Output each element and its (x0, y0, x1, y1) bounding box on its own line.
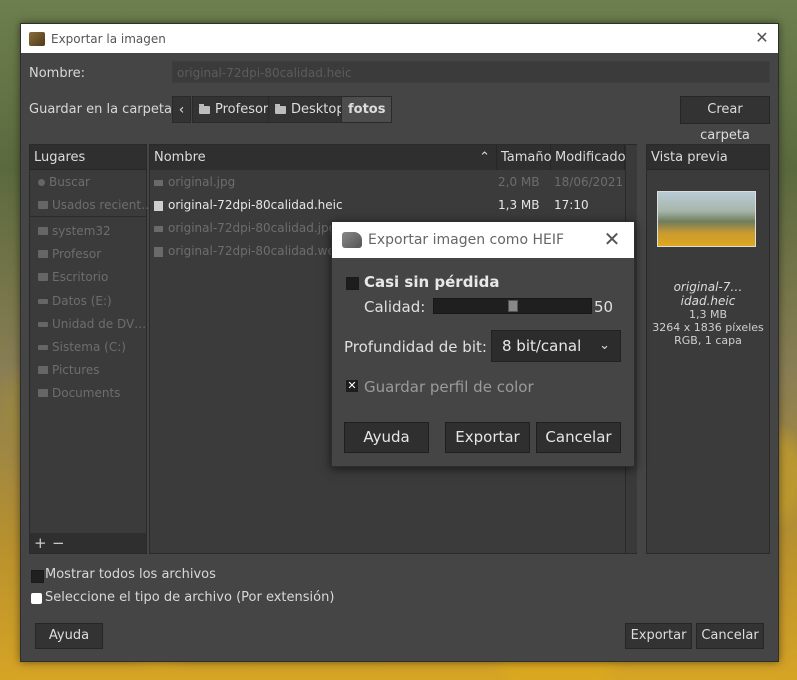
bitdepth-label: Profundidad de bit: (344, 338, 487, 356)
quality-slider-handle[interactable] (508, 300, 518, 312)
heif-export-dialog: Exportar imagen como HEIF ✕ Casi sin pér… (331, 221, 635, 467)
places-toolbar: + − (30, 533, 146, 553)
places-header: Lugares (30, 145, 146, 170)
cancel-button[interactable]: Cancelar (696, 623, 764, 649)
place-search[interactable]: Buscar (38, 175, 90, 189)
folder-icon (38, 227, 48, 235)
heif-cancel-button[interactable]: Cancelar (536, 422, 621, 453)
recent-icon (38, 201, 48, 209)
preview-panel: Vista previa original-7…idad.heic 1,3 MB… (646, 144, 770, 554)
heif-help-button[interactable]: Ayuda (344, 422, 429, 453)
file-type-expander[interactable] (31, 593, 42, 604)
places-divider (30, 216, 146, 217)
file-icon (154, 247, 163, 257)
heif-titlebar: Exportar imagen como HEIF ✕ (332, 222, 634, 258)
place-system32[interactable]: system32 (38, 224, 111, 238)
app-icon (29, 31, 45, 46)
file-icon (154, 201, 163, 211)
preview-size: 1,3 MB (688, 308, 728, 321)
place-recent[interactable]: Usados recient… (38, 198, 153, 212)
image-file-icon (154, 180, 163, 186)
folder-icon (38, 273, 48, 281)
gimp-icon (342, 232, 362, 248)
places-panel: Lugares Buscar Usados recient… system32 … (29, 144, 153, 554)
folder-icon (38, 366, 48, 374)
folder-icon (199, 103, 210, 114)
place-sistema[interactable]: Sistema (C:) (38, 340, 126, 354)
show-all-label: Mostrar todos los archivos (45, 567, 216, 582)
drive-icon (38, 298, 48, 304)
folder-icon (38, 250, 48, 258)
breadcrumb-back-button[interactable]: ‹ (172, 96, 191, 123)
heif-title: Exportar imagen como HEIF (368, 232, 565, 248)
place-documents[interactable]: Documents (38, 386, 120, 400)
window-close-icon[interactable]: ✕ (752, 28, 772, 48)
heif-close-icon[interactable]: ✕ (602, 229, 622, 249)
preview-mode: RGB, 1 capa (674, 334, 742, 347)
folder-label: Guardar en la carpeta: (29, 102, 177, 117)
window-titlebar: Exportar la imagen ✕ (21, 24, 778, 53)
file-type-label[interactable]: Seleccione el tipo de archivo (Por exten… (45, 590, 334, 605)
create-folder-button[interactable]: Crear carpeta (680, 96, 770, 143)
preview-dimensions: 3264 x 1836 píxeles (652, 321, 764, 334)
folder-icon (38, 389, 48, 397)
column-size[interactable]: Tamaño (497, 145, 552, 170)
file-row-selected[interactable]: original-72dpi-80calidad.heic 1,3 MB 17:10 (152, 194, 634, 216)
export-button[interactable]: Exportar (625, 623, 692, 649)
window-title: Exportar la imagen (51, 31, 166, 46)
show-all-checkbox[interactable] (31, 570, 44, 583)
file-row[interactable]: original.jpg 2,0 MB 18/06/2021 (152, 171, 634, 193)
image-file-icon (154, 226, 163, 232)
add-place-button[interactable]: + (34, 533, 47, 553)
quality-slider[interactable] (433, 298, 592, 314)
lossless-checkbox[interactable] (346, 277, 359, 290)
help-button[interactable]: Ayuda (35, 623, 103, 649)
place-datos[interactable]: Datos (E:) (38, 294, 112, 308)
color-profile-label: Guardar perfil de color (364, 378, 534, 396)
place-escritorio[interactable]: Escritorio (38, 270, 108, 284)
quality-label: Calidad: (364, 298, 426, 316)
breadcrumb-fotos[interactable]: fotos (341, 96, 393, 123)
breadcrumb-profesor[interactable]: Profesor (192, 96, 276, 123)
place-dvd[interactable]: Unidad de DV… (38, 317, 146, 331)
drive-icon (38, 344, 48, 350)
color-profile-checkbox[interactable]: ✕ (346, 380, 358, 392)
remove-place-button[interactable]: − (52, 533, 65, 553)
lossless-label: Casi sin pérdida (364, 273, 500, 291)
breadcrumb-desktop[interactable]: Desktop (268, 96, 352, 123)
preview-header: Vista previa (647, 145, 769, 170)
search-icon (38, 178, 45, 186)
bitdepth-select[interactable]: 8 bit/canal ⌄ (491, 330, 621, 362)
folder-icon (275, 103, 286, 114)
filename-input[interactable]: original-72dpi-80calidad.heic (172, 61, 770, 83)
name-label: Nombre: (29, 66, 86, 81)
column-name[interactable]: Nombre ⌃ (150, 145, 497, 170)
drive-icon (38, 321, 48, 327)
place-pictures[interactable]: Pictures (38, 363, 100, 377)
sort-up-icon: ⌃ (479, 150, 490, 165)
quality-value: 50 (594, 298, 614, 316)
preview-thumbnail (657, 191, 756, 247)
column-modified[interactable]: Modificado (551, 145, 626, 170)
chevron-down-icon: ⌄ (599, 338, 610, 353)
place-profesor[interactable]: Profesor (38, 247, 101, 261)
heif-export-button[interactable]: Exportar (445, 422, 530, 453)
preview-filename: original-7…idad.heic (673, 280, 743, 308)
